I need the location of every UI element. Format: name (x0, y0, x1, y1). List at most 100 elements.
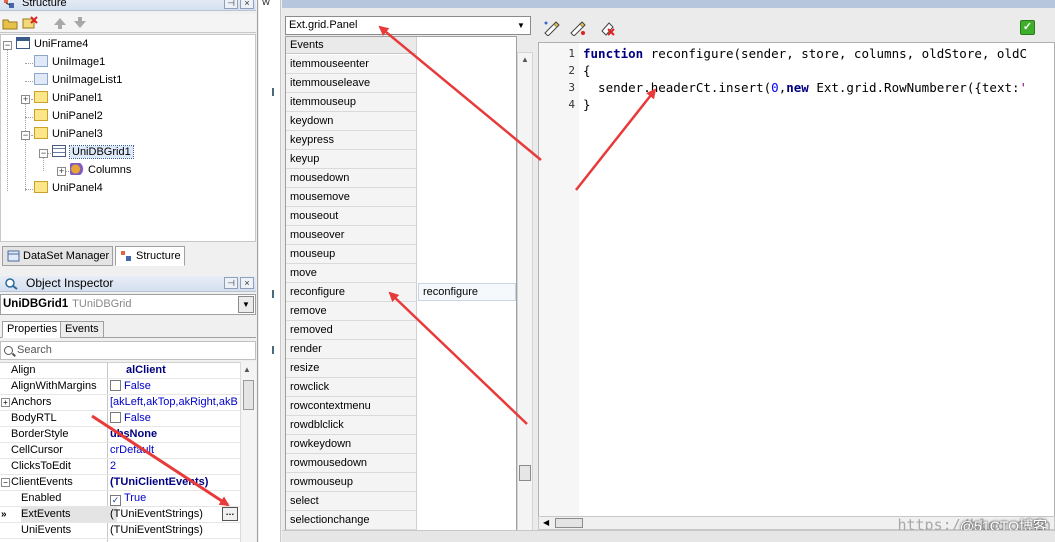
pin-icon[interactable]: ⊣ (224, 277, 238, 289)
tree-expand-columns[interactable]: + (57, 167, 66, 176)
collapse-icon[interactable]: − (1, 478, 10, 487)
event-row-mouseout[interactable]: mouseout (286, 207, 416, 226)
ext-class-selector[interactable]: Ext.grid.Panel ▼ (285, 16, 531, 35)
scroll-left-icon[interactable]: ◀ (543, 517, 549, 529)
tree-node-columns[interactable]: Columns (70, 162, 131, 179)
event-row-itemmouseleave[interactable]: itemmouseleave (286, 74, 416, 93)
event-row-keypress[interactable]: keypress (286, 131, 416, 150)
event-row-select[interactable]: select (286, 492, 416, 511)
event-row-mousemove[interactable]: mousemove (286, 188, 416, 207)
property-row[interactable]: AlignWithMargins False (0, 379, 240, 395)
code-line[interactable]: } (583, 96, 591, 113)
ellipsis-button[interactable]: … (222, 507, 238, 521)
checkbox-checked[interactable]: ✓ (110, 495, 121, 506)
event-row-reconfigure[interactable]: reconfigure (286, 283, 416, 302)
event-row-keyup[interactable]: keyup (286, 150, 416, 169)
event-row-rowmousedown[interactable]: rowmousedown (286, 454, 416, 473)
scroll-thumb[interactable] (555, 518, 583, 528)
clear-handler-icon[interactable] (598, 19, 616, 36)
pin-icon[interactable]: ⊣ (224, 0, 238, 9)
property-row[interactable]: − ClientEvents (TUniClientEvents) (0, 475, 240, 491)
move-down-icon[interactable] (72, 16, 88, 30)
event-row-mouseup[interactable]: mouseup (286, 245, 416, 264)
property-grid: Align alClient AlignWithMargins False + Anc… (0, 362, 240, 542)
format-code-icon[interactable] (542, 19, 560, 37)
delete-component-icon[interactable] (22, 16, 38, 30)
tab-events[interactable]: Events (60, 321, 104, 338)
scroll-up-icon[interactable]: ▲ (243, 365, 251, 374)
events-scrollbar[interactable]: ▲ (517, 52, 533, 538)
property-grid-scrollbar[interactable]: ▲ (240, 362, 256, 542)
property-row-selected[interactable]: » ExtEvents (TUniEventStrings)… (0, 507, 240, 523)
property-row[interactable]: BodyRTL False (0, 411, 240, 427)
scroll-thumb[interactable] (243, 380, 254, 410)
event-row-selectionchange[interactable]: selectionchange (286, 511, 416, 530)
tree-node-unidbgrid1[interactable]: UniDBGrid1 (52, 144, 134, 161)
expand-icon[interactable]: + (1, 398, 10, 407)
scroll-up-icon[interactable]: ▲ (521, 55, 529, 64)
property-row[interactable]: UniEvents (TUniEventStrings) (0, 523, 240, 539)
event-row-removed[interactable]: removed (286, 321, 416, 340)
event-row-move[interactable]: move (286, 264, 416, 283)
property-row[interactable]: CellCursor crDefault (0, 443, 240, 459)
property-row[interactable]: ClicksToEdit 2 (0, 459, 240, 475)
scroll-thumb[interactable] (519, 465, 531, 481)
structure-toolbar (0, 14, 256, 33)
property-search-input[interactable]: Search (0, 341, 256, 360)
tree-collapse-unidbgrid1[interactable]: − (39, 149, 48, 158)
tree-node-unipanel3[interactable]: UniPanel3 (34, 126, 103, 143)
tree-node-unipanel2[interactable]: UniPanel2 (34, 108, 103, 125)
confirm-check-icon[interactable]: ✓ (1020, 20, 1035, 35)
tree-collapse-uniframe4[interactable]: − (3, 41, 12, 50)
event-row-keydown[interactable]: keydown (286, 112, 416, 131)
tree-node-uniimagelist1[interactable]: UniImageList1 (34, 72, 122, 89)
structure-icon (3, 0, 15, 9)
chevron-down-icon[interactable]: ▼ (238, 296, 254, 313)
event-handler-value[interactable]: reconfigure (418, 283, 516, 301)
code-line[interactable]: { (583, 62, 591, 79)
event-row-itemmouseenter[interactable]: itemmouseenter (286, 55, 416, 74)
property-row[interactable]: + Anchors [akLeft,akTop,akRight,akB (0, 395, 240, 411)
tree-node-uniimage1[interactable]: UniImage1 (34, 54, 105, 71)
structure-title-bar: Structure ⊣ × (0, 0, 256, 11)
event-row-mouseover[interactable]: mouseover (286, 226, 416, 245)
event-row-rowcontextmenu[interactable]: rowcontextmenu (286, 397, 416, 416)
open-folder-icon[interactable] (2, 16, 18, 30)
event-row-itemmouseup[interactable]: itemmouseup (286, 93, 416, 112)
tab-dataset-manager[interactable]: DataSet Manager (2, 246, 113, 266)
tree-node-unipanel1[interactable]: UniPanel1 (34, 90, 103, 107)
events-column-header: Events (286, 37, 416, 54)
ide-left-panel: Structure ⊣ × − UniFrame4 UniImage1 UniI… (0, 0, 258, 542)
chevron-down-icon[interactable]: ▼ (514, 18, 528, 33)
component-selector[interactable]: UniDBGrid1 TUniDBGrid ▼ (0, 294, 256, 315)
move-up-icon[interactable] (52, 16, 68, 30)
event-row-rowmouseup[interactable]: rowmouseup (286, 473, 416, 492)
event-row-remove[interactable]: remove (286, 302, 416, 321)
tree-node-unipanel4[interactable]: UniPanel4 (34, 180, 103, 197)
tree-collapse-unipanel3[interactable]: − (21, 131, 30, 140)
tree-node-uniframe4[interactable]: UniFrame4 (16, 36, 88, 53)
panel-icon (34, 181, 48, 193)
event-row-rowclick[interactable]: rowclick (286, 378, 416, 397)
edit-handler-icon[interactable] (568, 19, 586, 37)
tab-structure[interactable]: Structure (115, 246, 185, 266)
checkbox[interactable] (110, 412, 121, 423)
event-row-rowdblclick[interactable]: rowdblclick (286, 416, 416, 435)
event-row-mousedown[interactable]: mousedown (286, 169, 416, 188)
close-icon[interactable]: × (240, 0, 254, 9)
tab-properties[interactable]: Properties (2, 321, 63, 338)
image-icon (34, 55, 48, 67)
component-name: UniDBGrid1 (3, 298, 69, 310)
code-line[interactable]: function reconfigure(sender, store, colu… (583, 45, 1027, 62)
event-row-render[interactable]: render (286, 340, 416, 359)
property-row[interactable]: Enabled ✓ True (0, 491, 240, 507)
code-line[interactable]: sender.headerCt.insert(0,new Ext.grid.Ro… (583, 79, 1027, 96)
tree-expand-unipanel1[interactable]: + (21, 95, 30, 104)
event-row-resize[interactable]: resize (286, 359, 416, 378)
property-row[interactable]: Align alClient (0, 363, 240, 379)
checkbox[interactable] (110, 380, 121, 391)
property-row[interactable]: BorderStyle ubsNone (0, 427, 240, 443)
code-editor[interactable]: 1 2 3 4 function reconfigure(sender, sto… (538, 42, 1055, 530)
close-icon[interactable]: × (240, 277, 254, 289)
event-row-rowkeydown[interactable]: rowkeydown (286, 435, 416, 454)
